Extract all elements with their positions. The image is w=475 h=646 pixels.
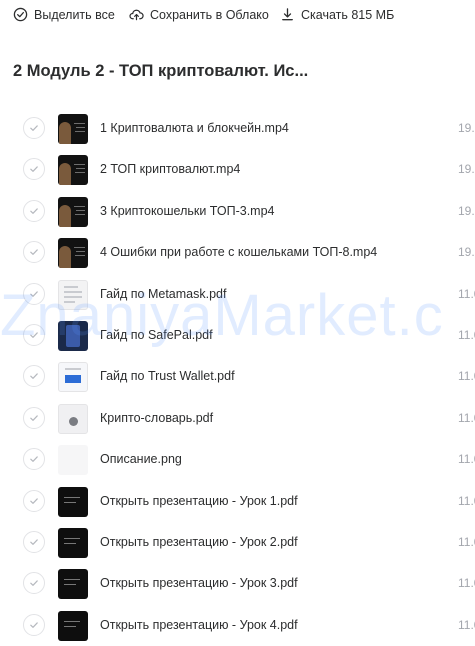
- file-date: 11.0: [458, 617, 475, 632]
- file-row[interactable]: Открыть презентацию - Урок 1.pdf 11.0: [0, 481, 475, 522]
- file-date: 19.0: [458, 245, 475, 260]
- file-name[interactable]: Крипто-словарь.pdf: [100, 411, 213, 425]
- file-thumbnail[interactable]: [58, 279, 88, 310]
- file-name[interactable]: 1 Криптовалюта и блокчейн.mp4: [100, 121, 289, 135]
- file-name[interactable]: Открыть презентацию - Урок 2.pdf: [100, 535, 298, 549]
- file-thumbnail[interactable]: [58, 196, 88, 227]
- file-thumbnail[interactable]: [58, 403, 88, 434]
- row-checkbox[interactable]: [23, 572, 45, 595]
- file-name[interactable]: 2 ТОП криптовалют.mp4: [100, 162, 240, 176]
- file-thumbnail[interactable]: [58, 528, 88, 558]
- file-thumbnail[interactable]: [58, 569, 88, 600]
- file-date: 19.0: [458, 121, 475, 135]
- check-icon: [30, 208, 38, 214]
- file-thumbnail[interactable]: [58, 486, 88, 517]
- toolbar: Выделить все Сохранить в Облако Скачать …: [0, 0, 475, 32]
- check-icon: [30, 622, 38, 628]
- row-checkbox[interactable]: [23, 613, 45, 636]
- select-all-label: Выделить все: [34, 7, 115, 22]
- check-icon: [30, 456, 38, 463]
- file-row[interactable]: 1 Криптовалюта и блокчейн.mp4 19.0: [0, 108, 475, 149]
- row-checkbox[interactable]: [23, 365, 45, 388]
- select-all-button[interactable]: Выделить все: [13, 7, 115, 22]
- download-icon: [282, 8, 293, 21]
- file-row[interactable]: Крипто-словарь.pdf 11.0: [0, 398, 475, 439]
- row-checkbox[interactable]: [23, 117, 45, 139]
- file-thumbnail[interactable]: [58, 114, 88, 144]
- file-row[interactable]: Открыть презентацию - Урок 3.pdf 11.0: [0, 563, 475, 604]
- file-date: 19.0: [458, 162, 475, 177]
- row-checkbox[interactable]: [23, 406, 45, 429]
- file-thumbnail[interactable]: [58, 321, 88, 351]
- file-date: 11.0: [458, 410, 475, 425]
- row-checkbox[interactable]: [23, 282, 45, 305]
- row-checkbox[interactable]: [23, 199, 45, 222]
- save-to-cloud-label: Сохранить в Облако: [150, 7, 269, 22]
- file-row[interactable]: Открыть презентацию - Урок 2.pdf 11.0: [0, 522, 475, 563]
- row-checkbox[interactable]: [23, 448, 45, 471]
- check-icon: [30, 373, 38, 380]
- file-date: 11.0: [458, 576, 475, 591]
- file-date: 19.0: [458, 203, 475, 218]
- file-name[interactable]: Открыть презентацию - Урок 3.pdf: [100, 576, 298, 590]
- row-checkbox[interactable]: [23, 531, 45, 553]
- file-thumbnail[interactable]: [58, 238, 88, 269]
- file-row[interactable]: Гайд по Metamask.pdf 11.0: [0, 274, 475, 315]
- row-checkbox[interactable]: [23, 158, 45, 181]
- file-row[interactable]: Описание.png 11.0: [0, 439, 475, 480]
- file-date: 11.0: [458, 286, 475, 301]
- check-icon: [30, 249, 38, 256]
- file-name[interactable]: 4 Ошибки при работе с кошельками ТОП-8.m…: [100, 245, 377, 259]
- file-name[interactable]: Открыть презентацию - Урок 4.pdf: [100, 618, 298, 632]
- check-icon: [30, 125, 38, 131]
- check-circle-icon: [13, 7, 28, 22]
- file-row[interactable]: Гайд по SafePal.pdf 11.0: [0, 315, 475, 356]
- cloud-upload-icon: [129, 9, 144, 21]
- row-checkbox[interactable]: [23, 324, 45, 346]
- file-row[interactable]: 4 Ошибки при работе с кошельками ТОП-8.m…: [0, 232, 475, 273]
- check-icon: [30, 539, 38, 545]
- file-name[interactable]: Гайд по SafePal.pdf: [100, 328, 213, 342]
- check-icon: [30, 580, 38, 587]
- download-button[interactable]: Скачать 815 МБ: [280, 7, 394, 22]
- check-icon: [30, 415, 38, 421]
- file-date: 11.0: [458, 452, 475, 467]
- file-thumbnail[interactable]: [58, 445, 88, 476]
- file-thumbnail[interactable]: [58, 362, 88, 393]
- row-checkbox[interactable]: [23, 489, 45, 512]
- file-name[interactable]: Описание.png: [100, 452, 182, 466]
- file-name[interactable]: Гайд по Trust Wallet.pdf: [100, 369, 235, 383]
- file-row[interactable]: 3 Криптокошельки ТОП-3.mp4 19.0: [0, 191, 475, 232]
- file-name[interactable]: Открыть презентацию - Урок 1.pdf: [100, 494, 298, 508]
- check-icon: [30, 332, 38, 338]
- file-row[interactable]: Гайд по Trust Wallet.pdf 11.0: [0, 356, 475, 397]
- file-thumbnail[interactable]: [58, 610, 88, 641]
- file-date: 11.0: [458, 535, 475, 549]
- file-thumbnail[interactable]: [58, 155, 88, 186]
- download-label: Скачать 815 МБ: [301, 7, 395, 22]
- row-checkbox[interactable]: [23, 241, 45, 264]
- file-date: 11.0: [458, 328, 475, 342]
- file-row[interactable]: 2 ТОП криптовалют.mp4 19.0: [0, 149, 475, 190]
- file-date: 11.0: [458, 493, 475, 508]
- file-name[interactable]: Гайд по Metamask.pdf: [100, 287, 226, 301]
- save-to-cloud-button[interactable]: Сохранить в Облако: [129, 7, 269, 22]
- check-icon: [30, 166, 38, 173]
- file-name[interactable]: 3 Криптокошельки ТОП-3.mp4: [100, 204, 275, 218]
- check-icon: [30, 497, 38, 504]
- file-date: 11.0: [458, 369, 475, 384]
- folder-title: 2 Модуль 2 - ТОП криптовалют. Ис...: [13, 62, 309, 80]
- check-icon: [30, 290, 38, 297]
